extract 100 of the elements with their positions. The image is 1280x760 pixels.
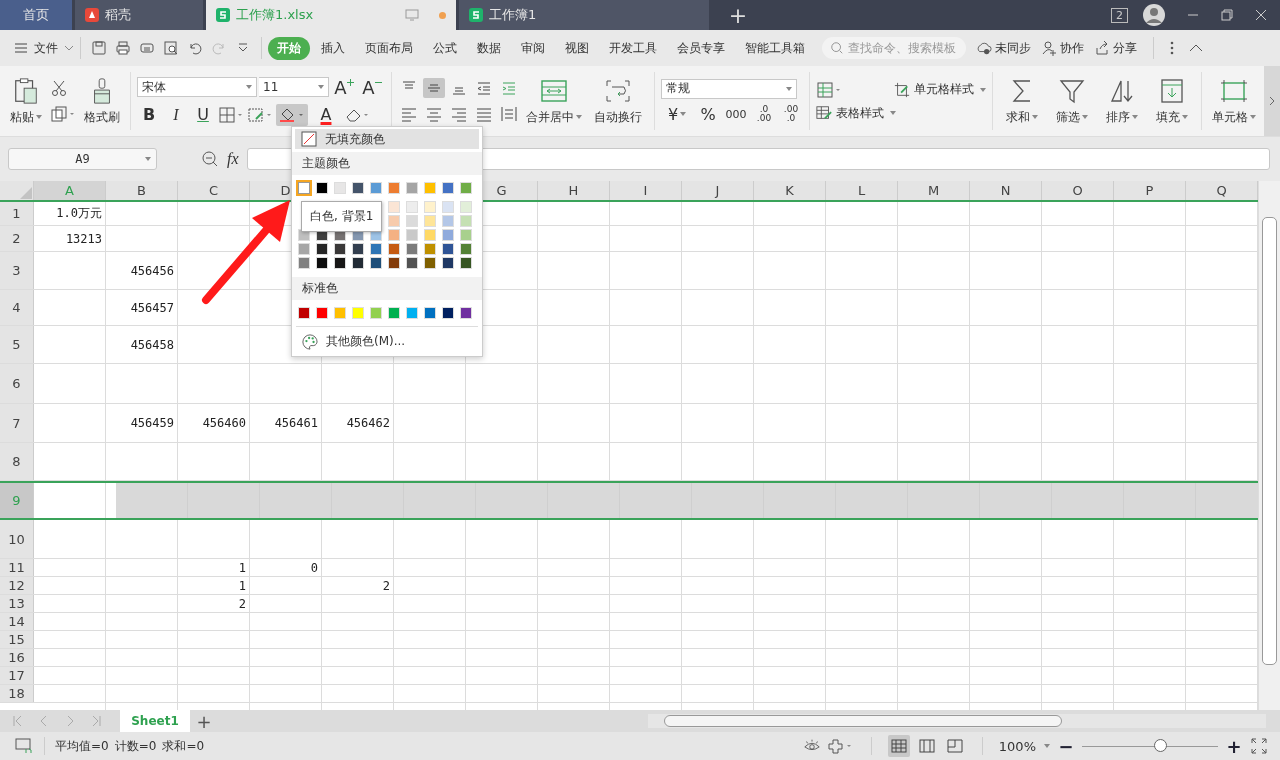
collaborate-button[interactable]: 协作 (1041, 39, 1084, 57)
ribbon-tab[interactable]: 审阅 (512, 36, 554, 60)
vertical-align-icon[interactable] (423, 78, 445, 98)
no-fill-item[interactable]: 无填充颜色 (295, 129, 479, 149)
decrease-font-button[interactable]: A (359, 76, 385, 98)
column-header[interactable]: B (106, 181, 178, 200)
add-sheet-button[interactable]: + (190, 710, 218, 732)
zoom-level[interactable]: 100% (998, 738, 1036, 754)
row-header[interactable]: 17 (0, 667, 34, 684)
column-header[interactable]: N (970, 181, 1042, 200)
document-tab[interactable]: 稻壳 (75, 0, 203, 30)
column-header[interactable]: I (610, 181, 682, 200)
sync-button[interactable]: 未同步 (976, 39, 1031, 57)
ribbon-tab[interactable]: 数据 (468, 36, 510, 60)
column-header[interactable]: K (754, 181, 826, 200)
color-swatch[interactable] (298, 182, 310, 194)
new-tab-button[interactable]: + (718, 0, 758, 30)
save-icon[interactable] (91, 40, 107, 56)
share-button[interactable]: 分享 (1094, 39, 1137, 57)
file-menu[interactable]: 文件 (14, 39, 74, 57)
row-header[interactable]: 6 (0, 364, 34, 403)
bold-button[interactable]: B (137, 105, 161, 124)
fill-button[interactable]: 填充 (1152, 74, 1192, 128)
document-tab[interactable]: 工作簿1 (459, 0, 709, 30)
row-header[interactable]: 3 (0, 252, 34, 289)
window-count[interactable]: 2 (1111, 7, 1128, 23)
increase-font-button[interactable]: A (331, 76, 357, 98)
column-header[interactable]: C (178, 181, 250, 200)
row-header[interactable]: 18 (0, 685, 34, 702)
column-header[interactable]: H (538, 181, 610, 200)
print-icon[interactable] (115, 40, 131, 56)
more-colors-item[interactable]: 其他颜色(M)... (292, 327, 482, 352)
cut-icon[interactable] (50, 79, 68, 97)
table-style-button[interactable]: 表格样式 (816, 104, 896, 122)
ribbon-tab[interactable]: 会员专享 (668, 36, 734, 60)
column-header[interactable]: M (898, 181, 970, 200)
copy-icon[interactable] (50, 105, 76, 123)
document-tab[interactable]: 首页 (0, 0, 72, 30)
merge-center-button[interactable]: 合并居中 (522, 74, 586, 128)
redo-icon[interactable] (211, 40, 227, 56)
row-header[interactable]: 13 (0, 595, 34, 612)
row-header[interactable]: 15 (0, 631, 34, 648)
row-header[interactable]: 8 (0, 443, 34, 480)
ribbon-tab[interactable]: 开发工具 (600, 36, 666, 60)
first-sheet-icon[interactable] (12, 715, 24, 727)
borders-icon[interactable] (218, 105, 244, 124)
function-button[interactable]: fx (227, 150, 239, 168)
ribbon-tab[interactable]: 插入 (312, 36, 354, 60)
cell-format-icon[interactable] (247, 105, 273, 124)
column-header[interactable]: P (1114, 181, 1186, 200)
ribbon-tab[interactable]: 视图 (556, 36, 598, 60)
currency-button[interactable]: ¥ (661, 104, 693, 124)
column-header[interactable]: Q (1186, 181, 1258, 200)
restore-icon[interactable] (1220, 8, 1234, 22)
undo-icon[interactable] (187, 40, 203, 56)
column-header[interactable]: O (1042, 181, 1114, 200)
underline-button[interactable]: U (191, 105, 215, 124)
last-sheet-icon[interactable] (90, 715, 102, 727)
zoom-slider-thumb[interactable] (1153, 739, 1167, 752)
paste-button[interactable]: 粘贴 (6, 74, 46, 128)
ribbon-tab[interactable]: 页面布局 (356, 36, 422, 60)
row-header[interactable]: 14 (0, 613, 34, 630)
zoom-icon[interactable] (201, 150, 219, 168)
cell-button[interactable]: 单元格 (1208, 74, 1260, 128)
italic-button[interactable]: I (164, 105, 188, 124)
column-header[interactable]: L (826, 181, 898, 200)
ribbon-tab[interactable]: 公式 (424, 36, 466, 60)
row-header[interactable]: 12 (0, 577, 34, 594)
row-header[interactable]: 11 (0, 559, 34, 576)
fill-color-button[interactable] (276, 103, 308, 126)
distributed-icon[interactable] (498, 104, 520, 124)
fullscreen-icon[interactable] (1250, 738, 1268, 754)
number-format-field[interactable]: 常规 (661, 78, 797, 99)
row-header[interactable]: 16 (0, 649, 34, 666)
search-field[interactable]: 查找命令、搜索模板 (822, 37, 966, 59)
thousands-button[interactable]: 000 (723, 107, 749, 121)
monitor-icon[interactable] (405, 9, 419, 21)
font-name-field[interactable]: 宋体 (137, 77, 257, 97)
font-color-button[interactable]: A (311, 105, 341, 124)
wrap-text-button[interactable]: 自动换行 (590, 74, 646, 128)
macro-icon[interactable] (14, 737, 34, 755)
avatar-icon[interactable] (1142, 3, 1166, 27)
row-header[interactable]: 1 (0, 202, 34, 225)
cell-style-button[interactable]: 单元格样式 (894, 81, 986, 98)
row-header[interactable]: 10 (0, 520, 34, 558)
row-header[interactable]: 5 (0, 326, 34, 363)
close-icon[interactable] (1254, 8, 1268, 22)
row-header[interactable]: 4 (0, 290, 34, 325)
percent-button[interactable]: % (696, 104, 720, 124)
name-box[interactable]: A9 (8, 148, 157, 170)
normal-view-button[interactable] (887, 735, 910, 757)
format-painter-button[interactable]: 格式刷 (80, 74, 124, 128)
filter-button[interactable]: 筛选 (1052, 74, 1092, 128)
row-header[interactable]: 7 (0, 404, 34, 442)
zoom-in-button[interactable]: + (1224, 735, 1244, 757)
print-preview-icon[interactable] (163, 40, 179, 56)
horizontal-scrollbar[interactable] (648, 714, 1266, 728)
conditional-format-icon[interactable] (816, 80, 842, 99)
vertical-scrollbar[interactable] (1258, 181, 1280, 710)
decrease-decimal-button[interactable]: .00 .0 (779, 105, 803, 123)
